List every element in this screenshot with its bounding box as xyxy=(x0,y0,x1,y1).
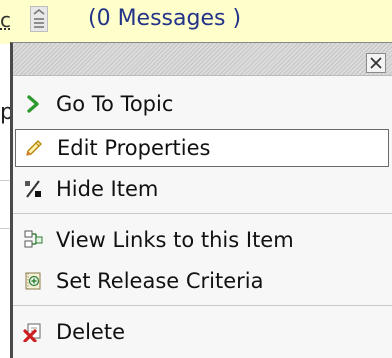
chevron-right-icon xyxy=(23,94,43,114)
links-icon xyxy=(23,230,43,250)
messages-count: (0 Messages ) xyxy=(88,6,242,31)
percent-hide-icon xyxy=(23,179,43,199)
menu-separator xyxy=(13,213,392,214)
menu-item-hide-item[interactable]: Hide Item xyxy=(13,170,392,208)
release-criteria-icon xyxy=(23,271,43,291)
close-button[interactable] xyxy=(366,53,386,73)
topic-link-fragment[interactable]: c xyxy=(0,8,11,32)
menu-item-go-to-topic[interactable]: Go To Topic xyxy=(13,85,392,123)
topic-header-bar: c (0 Messages ) xyxy=(0,0,392,44)
menu-item-label: Hide Item xyxy=(56,177,159,201)
expand-toggle[interactable] xyxy=(30,6,48,32)
menu-item-set-release-criteria[interactable]: Set Release Criteria xyxy=(13,262,392,300)
menu-item-label: Delete xyxy=(56,320,125,344)
chevron-down-icon xyxy=(33,8,45,28)
menu-titlebar[interactable] xyxy=(13,43,392,76)
menu-item-view-links[interactable]: View Links to this Item xyxy=(13,221,392,259)
close-icon xyxy=(370,57,382,69)
menu-item-label: Edit Properties xyxy=(57,136,211,160)
menu-item-edit-properties[interactable]: Edit Properties xyxy=(15,129,389,167)
menu-item-label: Go To Topic xyxy=(56,92,174,116)
menu-item-delete[interactable]: Delete xyxy=(13,313,392,351)
menu-item-label: View Links to this Item xyxy=(56,228,294,252)
pencil-icon xyxy=(24,138,44,158)
context-menu: Go To Topic Edit Properties Hide Item Vi… xyxy=(10,42,392,358)
delete-icon xyxy=(23,322,43,342)
menu-item-label: Set Release Criteria xyxy=(56,269,264,293)
menu-separator xyxy=(13,305,392,306)
